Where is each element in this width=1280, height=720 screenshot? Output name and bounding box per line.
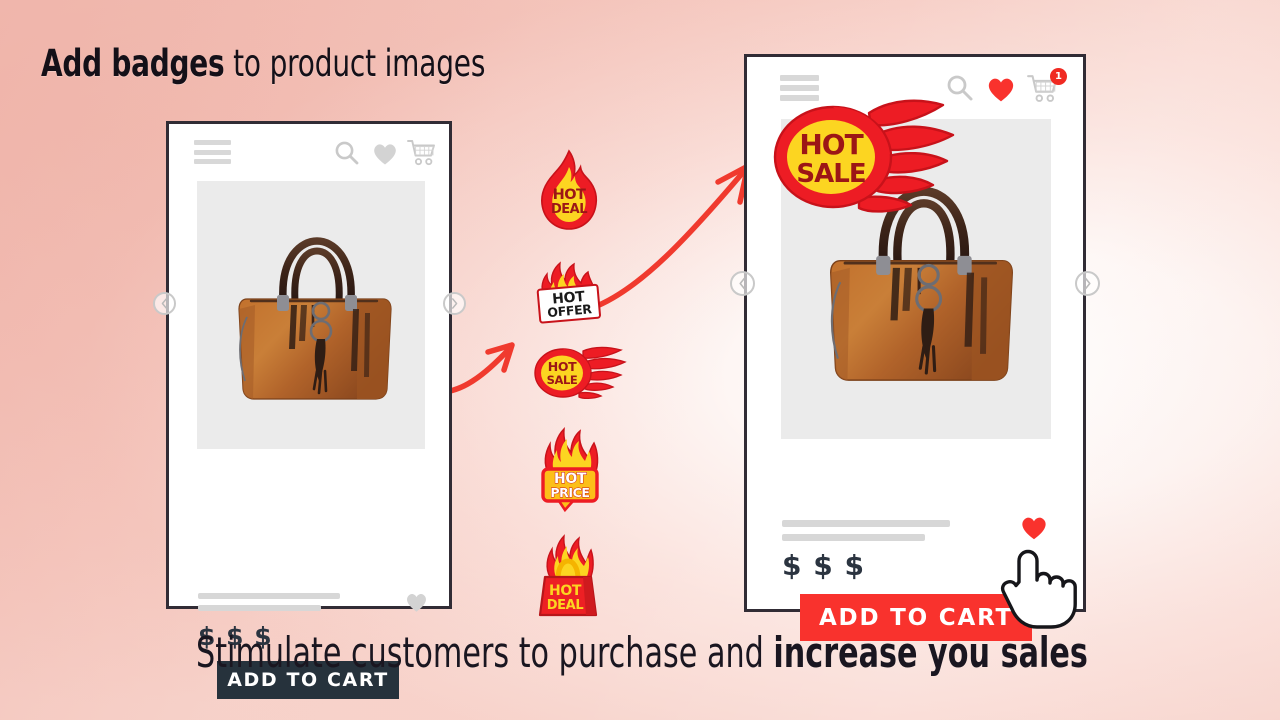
page-title: Add badges to product images xyxy=(41,45,485,82)
handbag-image xyxy=(238,237,392,400)
heart-filled-icon-product[interactable] xyxy=(1020,515,1048,541)
chevron-right-icon[interactable] xyxy=(1075,271,1100,296)
price-after: $ $ $ xyxy=(782,549,865,582)
badge-hot-offer-label[interactable]: HOT OFFER xyxy=(532,261,610,327)
page-title-strong: Add badges xyxy=(41,42,225,85)
badge-hot-price-plate[interactable]: HOT PRICE xyxy=(535,427,605,514)
title-placeholder-line-2 xyxy=(198,605,321,611)
hand-pointer-cursor xyxy=(1000,549,1077,629)
shopping-cart-icon[interactable] xyxy=(407,139,436,167)
chevron-left-icon[interactable] xyxy=(153,292,176,315)
add-to-cart-label: ADD TO CART xyxy=(818,604,1014,631)
before-phone: $ $ $ ADD TO CART xyxy=(153,121,466,699)
page-title-light: to product images xyxy=(224,42,486,85)
product-image-before[interactable] xyxy=(197,181,425,449)
heart-filled-icon[interactable] xyxy=(986,76,1016,103)
badge-hot-deal-bag[interactable]: HOT DEAL xyxy=(534,533,602,619)
chevron-left-icon[interactable] xyxy=(730,271,755,296)
search-icon[interactable] xyxy=(334,140,360,166)
hamburger-menu-icon[interactable] xyxy=(194,140,231,164)
heart-icon[interactable] xyxy=(372,142,398,166)
svg-text:SALE: SALE xyxy=(796,159,865,189)
svg-text:HOT: HOT xyxy=(548,359,577,374)
applied-hot-sale-badge[interactable]: HOT SALE xyxy=(771,95,961,220)
title-placeholder-line-1 xyxy=(782,520,950,527)
cart-count-label: 1 xyxy=(1055,71,1062,82)
footer-tagline-strong: increase you sales xyxy=(773,628,1088,677)
heart-outline-icon[interactable] xyxy=(405,592,428,613)
title-placeholder-line-1 xyxy=(198,593,340,599)
svg-text:DEAL: DEAL xyxy=(551,202,587,217)
svg-text:SALE: SALE xyxy=(547,373,578,387)
badge-hot-sale-comet[interactable]: HOT SALE xyxy=(533,345,627,403)
svg-text:HOT: HOT xyxy=(549,583,582,599)
svg-text:HOT: HOT xyxy=(553,187,586,203)
cart-count-badge: 1 xyxy=(1050,68,1067,85)
footer-tagline: Stimulate customers to purchase and incr… xyxy=(196,632,1088,674)
chevron-right-icon[interactable] xyxy=(443,292,466,315)
footer-tagline-light: Stimulate customers to purchase and xyxy=(196,628,774,677)
badge-hot-deal-flame[interactable]: HOT DEAL xyxy=(536,148,602,232)
svg-text:DEAL: DEAL xyxy=(547,598,584,613)
svg-text:PRICE: PRICE xyxy=(550,485,589,500)
after-phone: 1 HOT SALE $ $ $ ADD TO CART xyxy=(730,54,1100,641)
title-placeholder-line-2 xyxy=(782,534,925,541)
svg-text:HOT: HOT xyxy=(799,128,863,161)
poster-canvas: Add badges to product images $ $ $ ADD T… xyxy=(0,0,1280,720)
